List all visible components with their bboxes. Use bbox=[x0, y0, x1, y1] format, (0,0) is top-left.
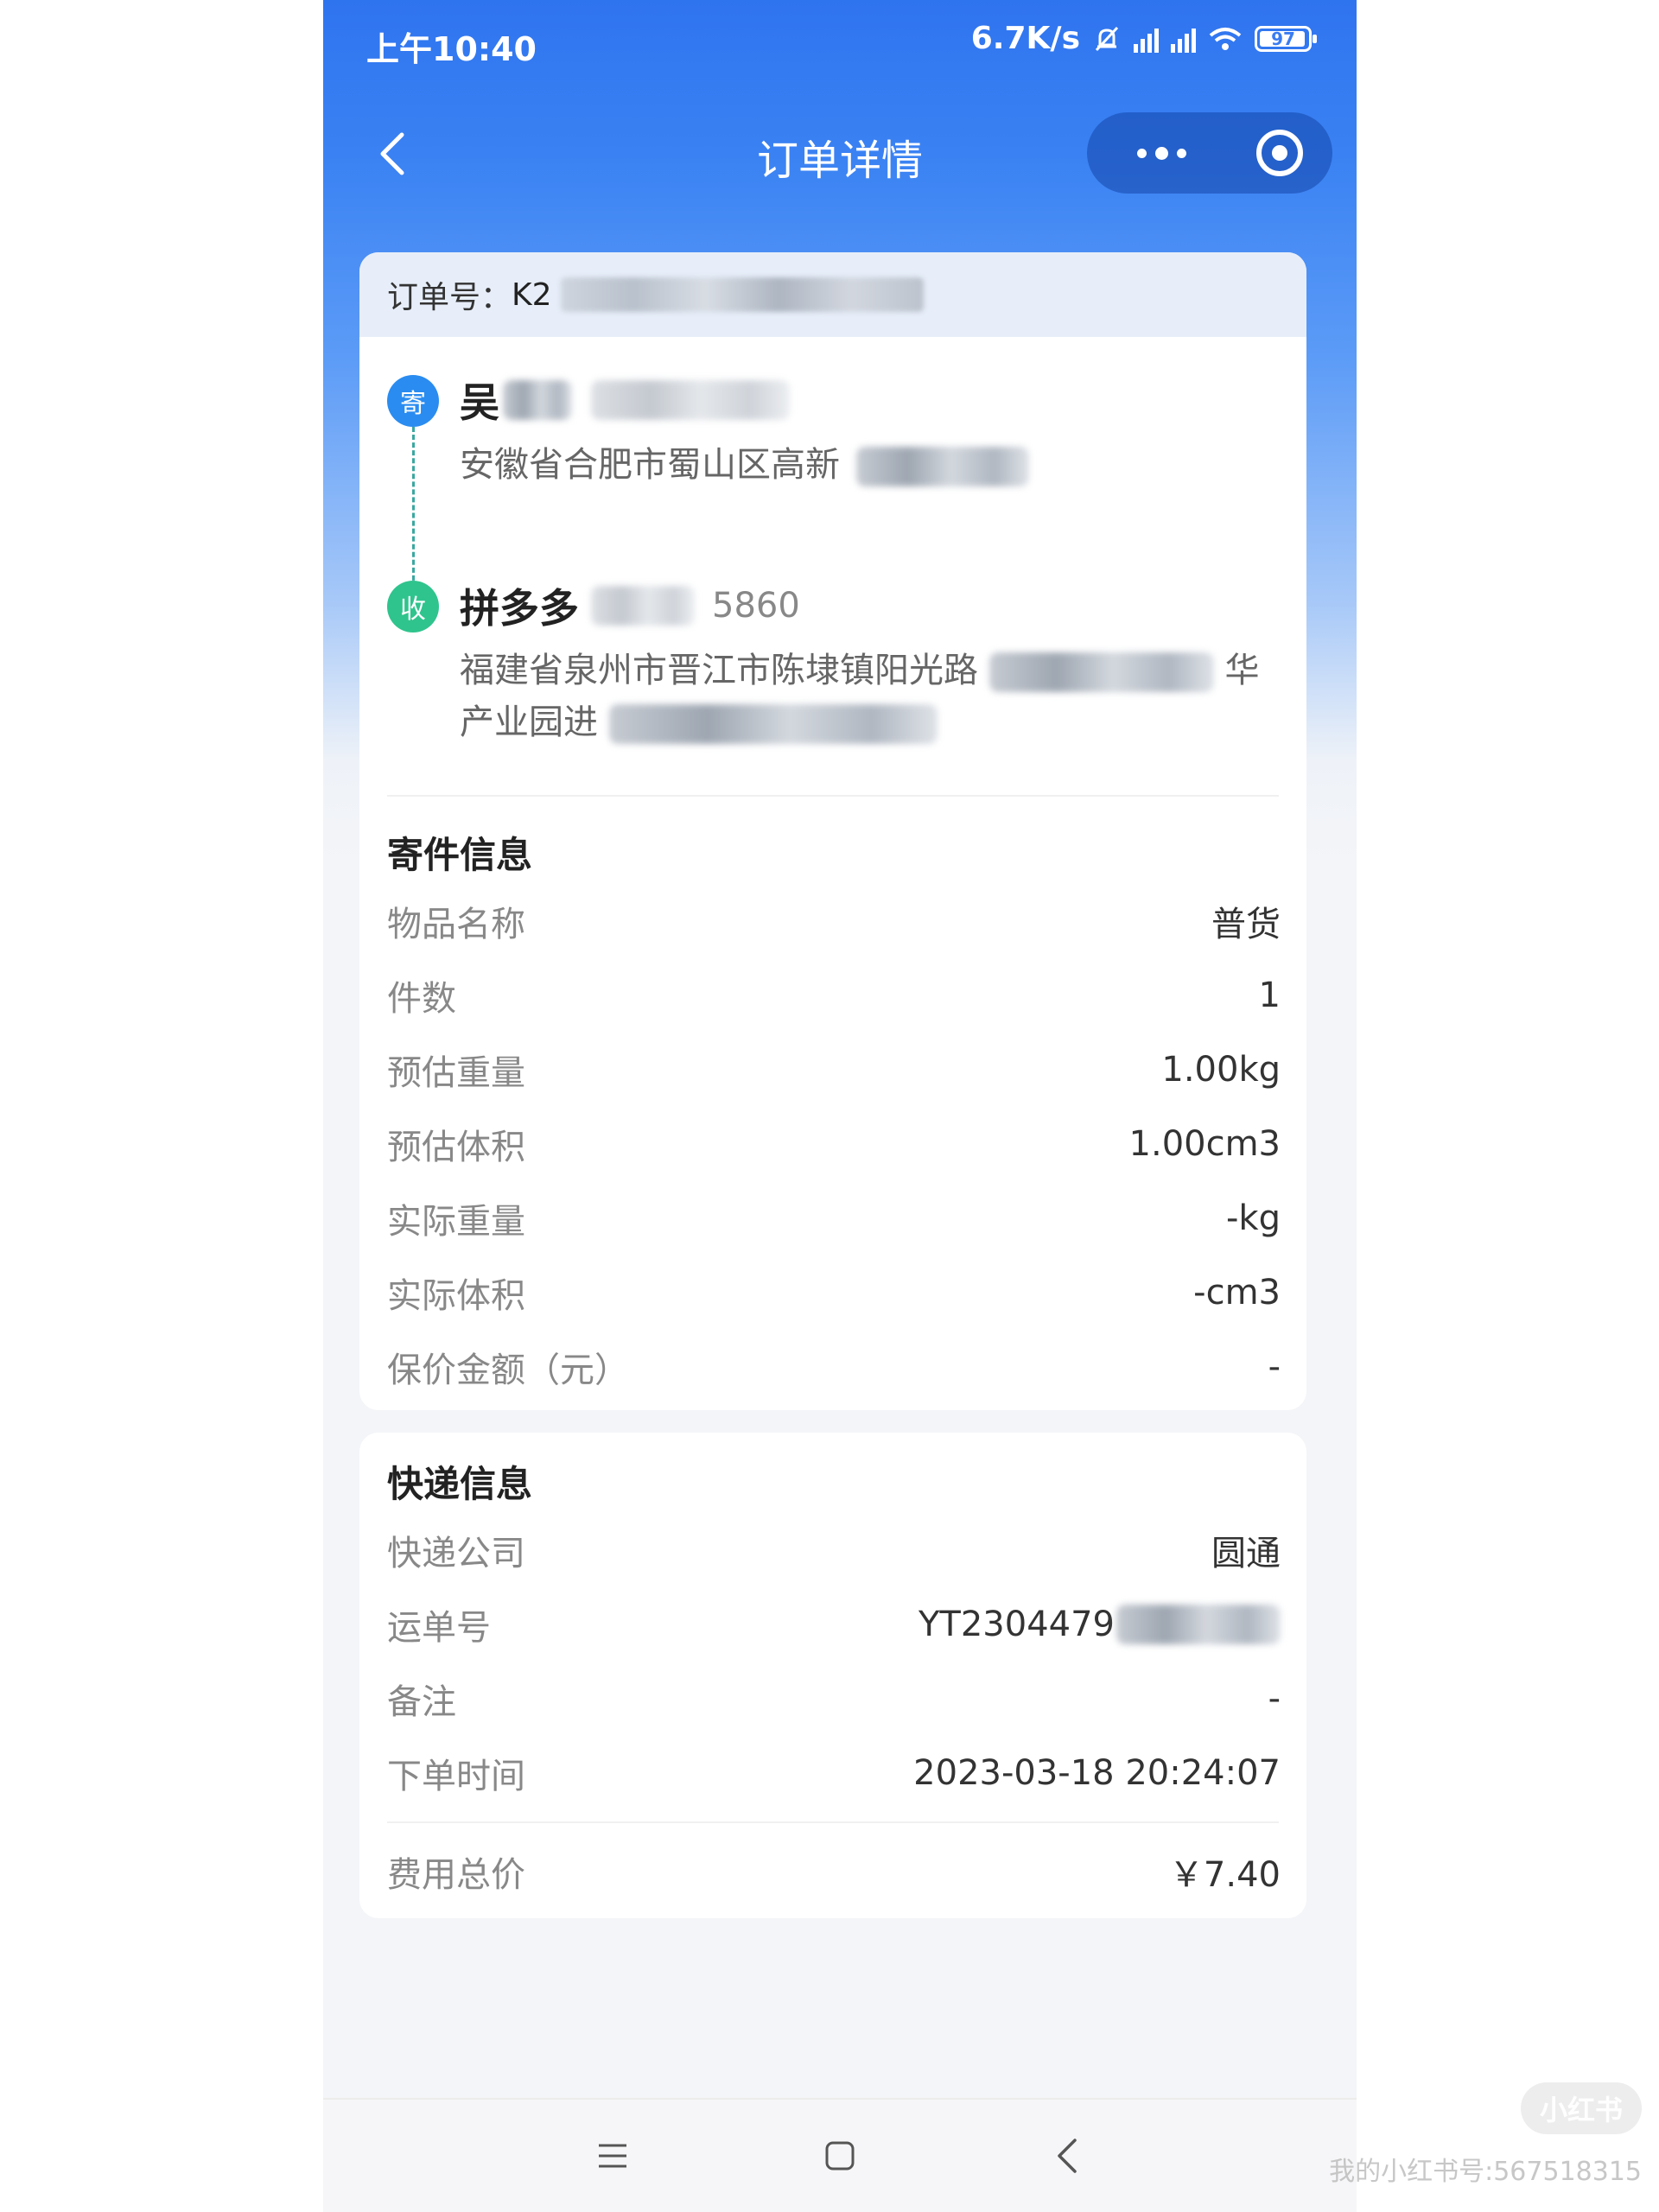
menu-button[interactable] bbox=[582, 2126, 643, 2186]
row-value: 1 bbox=[1258, 976, 1281, 1015]
redacted-waybill bbox=[1116, 1605, 1281, 1644]
row-label: 预估重量 bbox=[387, 1053, 525, 1093]
info-row-item-name: 物品名称 普货 bbox=[387, 895, 1281, 947]
shipment-info-title: 寄件信息 bbox=[387, 834, 533, 876]
order-number-label: 订单号： bbox=[387, 280, 512, 315]
order-number-visible: K2 bbox=[512, 276, 552, 313]
close-target-button[interactable] bbox=[1256, 130, 1303, 176]
row-label: 备注 bbox=[387, 1682, 456, 1722]
receiver-name-text: 拼多多 bbox=[460, 585, 579, 632]
row-value: YT2304479 bbox=[918, 1605, 1115, 1644]
info-row-courier: 快递公司 圆通 bbox=[387, 1524, 1281, 1576]
row-value: 普货 bbox=[1211, 905, 1281, 944]
sender-badge: 寄 bbox=[387, 375, 439, 427]
row-label: 实际体积 bbox=[387, 1276, 525, 1316]
total-fee-value: ￥7.40 bbox=[1168, 1855, 1281, 1895]
wifi-icon bbox=[1209, 27, 1242, 50]
mini-program-capsule bbox=[1087, 112, 1332, 194]
mute-bell-icon bbox=[1095, 26, 1119, 51]
row-value: 1.00cm3 bbox=[1128, 1124, 1281, 1164]
row-label: 实际重量 bbox=[387, 1202, 525, 1242]
watermark-text: 我的小红书号:567518315 bbox=[1329, 2157, 1642, 2187]
receiver-name: 拼多多 5860 bbox=[460, 577, 800, 634]
info-row-actual-volume: 实际体积 -cm3 bbox=[387, 1267, 1281, 1319]
order-number-row: 订单号： K2 bbox=[359, 252, 1306, 337]
row-label: 预估体积 bbox=[387, 1128, 525, 1167]
receiver-address-line1: 福建省泉州市晋江市陈埭镇阳光路 bbox=[460, 651, 978, 690]
info-row-est-volume: 预估体积 1.00cm3 bbox=[387, 1118, 1281, 1170]
redacted-receiver-address-1 bbox=[988, 652, 1214, 692]
net-speed: 6.7K/s bbox=[970, 21, 1080, 56]
row-label: 快递公司 bbox=[387, 1534, 525, 1573]
sender-address: 安徽省合肥市蜀山区高新 bbox=[460, 439, 1272, 491]
redacted-sender-name bbox=[503, 380, 572, 420]
row-value: - bbox=[1268, 1347, 1281, 1387]
menu-icon bbox=[599, 2144, 626, 2168]
status-time: 上午10:40 bbox=[366, 30, 537, 68]
total-fee-label: 费用总价 bbox=[387, 1855, 525, 1895]
route-dashed-line bbox=[412, 427, 415, 596]
divider bbox=[387, 1821, 1279, 1823]
row-label: 保价金额（元） bbox=[387, 1351, 629, 1390]
row-label: 下单时间 bbox=[387, 1757, 525, 1796]
receiver-phone-tail: 5860 bbox=[712, 586, 800, 626]
row-label: 运单号 bbox=[387, 1608, 491, 1648]
redacted-receiver-address-2 bbox=[608, 704, 938, 744]
row-value: - bbox=[1268, 1679, 1281, 1719]
row-label: 件数 bbox=[387, 979, 456, 1019]
nav-bar: 订单详情 bbox=[323, 102, 1357, 206]
row-value: -cm3 bbox=[1193, 1273, 1281, 1313]
divider bbox=[387, 795, 1279, 797]
row-value: 2023-03-18 20:24:07 bbox=[913, 1753, 1281, 1793]
row-label: 物品名称 bbox=[387, 905, 525, 944]
system-back-button[interactable] bbox=[1037, 2126, 1097, 2186]
system-nav-bar bbox=[323, 2098, 1357, 2212]
home-square-icon bbox=[825, 2141, 855, 2171]
info-row-insured-amount: 保价金额（元） - bbox=[387, 1341, 1281, 1393]
battery-icon: 97 bbox=[1255, 25, 1317, 52]
receiver-address: 福建省泉州市晋江市陈埭镇阳光路 华 产业园进 bbox=[460, 645, 1272, 748]
nav-back-icon bbox=[1058, 2139, 1077, 2173]
signal-hd-icon bbox=[1134, 25, 1159, 53]
express-card: 快递信息 快递公司 圆通 运单号 YT2304479 备注 - 下单时间 202… bbox=[359, 1433, 1306, 1918]
info-row-actual-weight: 实际重量 -kg bbox=[387, 1192, 1281, 1244]
receiver-badge: 收 bbox=[387, 581, 439, 632]
more-button[interactable] bbox=[1118, 131, 1205, 175]
receiver-address-line1-tail: 华 bbox=[1224, 651, 1260, 690]
more-dots-icon bbox=[1136, 148, 1147, 158]
battery-level: 97 bbox=[1271, 28, 1295, 49]
row-value: -kg bbox=[1226, 1198, 1281, 1238]
info-row-waybill: 运单号 YT2304479 bbox=[387, 1599, 1281, 1650]
sender-address-text: 安徽省合肥市蜀山区高新 bbox=[460, 445, 840, 485]
redacted-sender-address bbox=[855, 447, 1029, 486]
signal-icon bbox=[1171, 25, 1196, 53]
receiver-address-line2: 产业园进 bbox=[460, 702, 598, 742]
total-fee-row: 费用总价 ￥7.40 bbox=[387, 1846, 1281, 1897]
sender-name-text: 吴 bbox=[460, 379, 499, 426]
status-bar: 上午10:40 6.7K/s 97 bbox=[323, 0, 1357, 86]
redacted-receiver-phone bbox=[591, 586, 695, 626]
info-row-piece-count: 件数 1 bbox=[387, 969, 1281, 1021]
order-card: 订单号： K2 寄 吴 安徽省合肥市蜀山区高新 收 拼多多 5860 福建省泉州… bbox=[359, 252, 1306, 1410]
sender-name: 吴 bbox=[460, 372, 790, 429]
redacted-sender-phone bbox=[591, 380, 790, 420]
express-info-title: 快递信息 bbox=[387, 1463, 533, 1505]
xiaohongshu-logo: 小红书 bbox=[1521, 2082, 1642, 2134]
home-button[interactable] bbox=[810, 2126, 870, 2186]
status-icons: 6.7K/s 97 bbox=[970, 21, 1317, 56]
info-row-remark: 备注 - bbox=[387, 1673, 1281, 1725]
phone-screen: 上午10:40 6.7K/s 97 订单详情 订单号： K2 寄 吴 安徽省合肥… bbox=[323, 0, 1357, 2212]
info-row-order-time: 下单时间 2023-03-18 20:24:07 bbox=[387, 1747, 1281, 1799]
target-circle-icon bbox=[1272, 145, 1287, 161]
waybill-value-wrap: YT2304479 bbox=[918, 1605, 1281, 1644]
row-value: 1.00kg bbox=[1161, 1050, 1281, 1090]
row-value: 圆通 bbox=[1211, 1534, 1281, 1573]
info-row-est-weight: 预估重量 1.00kg bbox=[387, 1044, 1281, 1096]
redacted-order-number bbox=[560, 277, 924, 312]
